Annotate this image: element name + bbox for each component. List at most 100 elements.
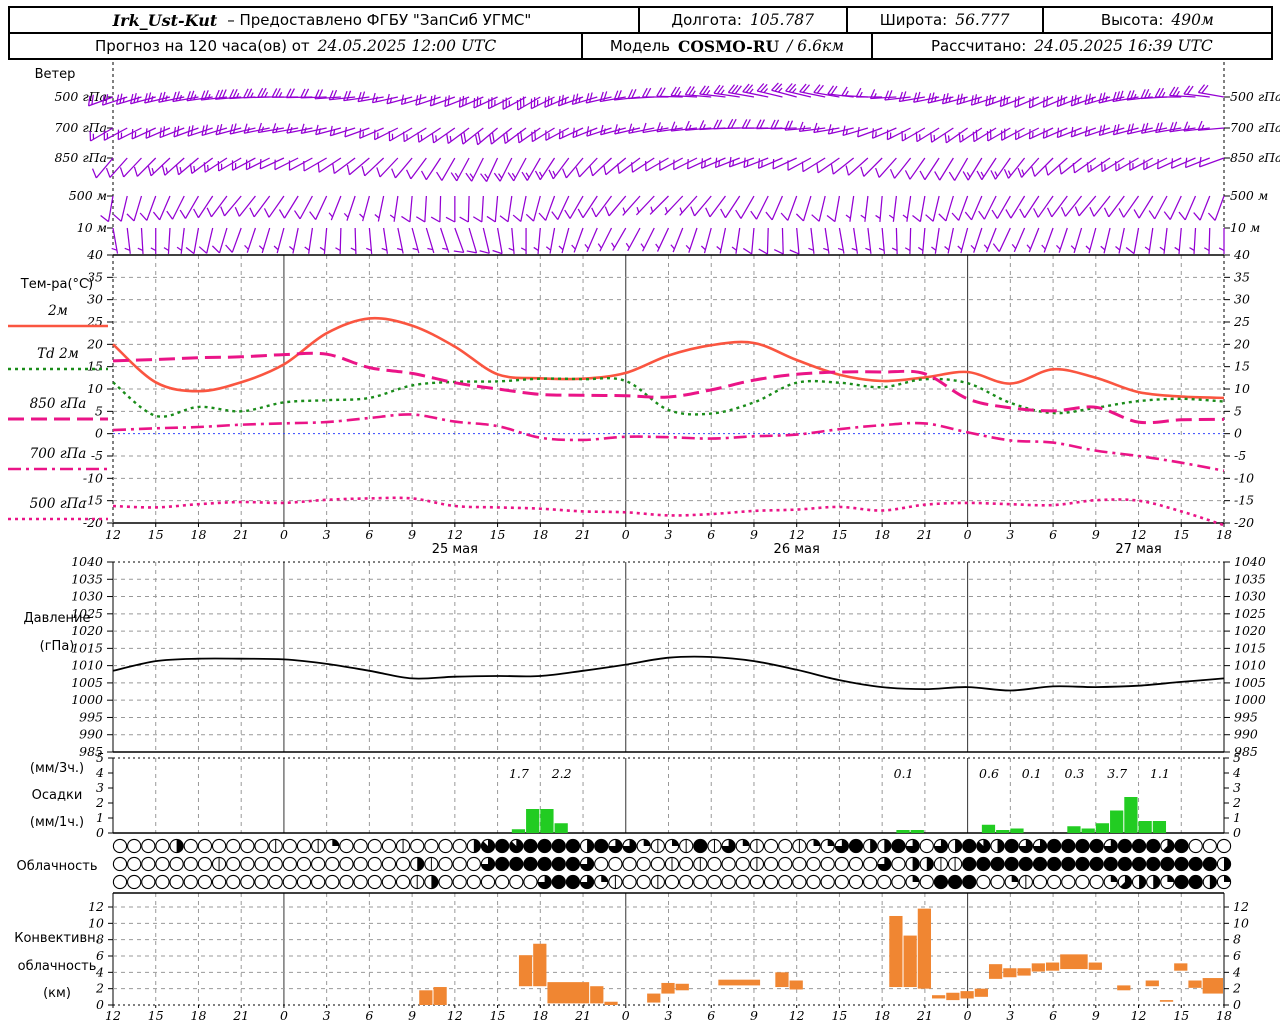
precip-bar: [1010, 828, 1024, 833]
svg-text:0: 0: [96, 825, 104, 840]
precip-bar: [1124, 797, 1138, 833]
svg-text:9: 9: [408, 527, 416, 542]
svg-text:12: 12: [1131, 527, 1147, 542]
legend-label-1: 2м: [47, 303, 68, 319]
svg-text:18: 18: [1216, 1008, 1232, 1023]
wind-level-label-right: 500 м: [1230, 188, 1268, 203]
svg-text:18: 18: [1216, 527, 1232, 542]
svg-text:9: 9: [1092, 1008, 1100, 1023]
svg-text:15: 15: [1173, 1008, 1189, 1023]
svg-text:-5: -5: [1234, 448, 1246, 463]
svg-text:15: 15: [831, 1008, 847, 1023]
svg-text:18: 18: [874, 527, 890, 542]
svg-text:1005: 1005: [71, 675, 103, 690]
precip-3h-sum-label: 2.2: [551, 766, 572, 781]
svg-text:0: 0: [964, 1008, 972, 1023]
svg-text:1025: 1025: [1234, 606, 1266, 621]
convective-bar: [604, 1001, 618, 1005]
svg-text:1030: 1030: [71, 589, 103, 604]
svg-text:-5: -5: [91, 448, 103, 463]
svg-text:6: 6: [96, 948, 104, 963]
convective-panel-title: Конвективн.: [14, 931, 100, 946]
convective-bar: [1174, 963, 1188, 971]
wind-level-label-right: 700 гПа: [1230, 120, 1280, 135]
svg-text:5: 5: [1234, 403, 1242, 418]
convective-bar: [1159, 1000, 1174, 1002]
wind-barbs-row-3: [91, 156, 1225, 182]
svg-text:1005: 1005: [1234, 675, 1266, 690]
legend-label-3: 850 гПа: [30, 396, 87, 412]
svg-text:1020: 1020: [71, 623, 103, 638]
svg-text:2: 2: [1232, 981, 1241, 996]
svg-text:18: 18: [532, 527, 548, 542]
svg-text:3: 3: [323, 527, 331, 542]
svg-text:3: 3: [1006, 527, 1014, 542]
svg-text:6: 6: [707, 1008, 715, 1023]
wind-level-label-right: 500 гПа: [1230, 89, 1280, 104]
svg-text:10: 10: [1233, 915, 1249, 930]
svg-text:9: 9: [750, 527, 758, 542]
convective-bar: [661, 982, 675, 994]
svg-text:1040: 1040: [1234, 554, 1266, 569]
svg-text:3: 3: [665, 527, 673, 542]
legend-label-4: 700 гПа: [30, 446, 87, 462]
convective-bar: [1202, 978, 1223, 994]
convective-bar: [1088, 962, 1102, 970]
svg-text:0: 0: [280, 1008, 288, 1023]
svg-text:21: 21: [916, 1008, 933, 1023]
svg-text:1015: 1015: [71, 640, 103, 655]
convective-bar: [1145, 980, 1159, 987]
convective-bar: [1031, 963, 1045, 972]
precip-3h-sum-label: 3.7: [1107, 766, 1127, 781]
svg-text:2: 2: [95, 795, 104, 810]
svg-text:0: 0: [280, 527, 288, 542]
svg-text:1015: 1015: [1234, 640, 1266, 655]
svg-text:12: 12: [447, 1008, 463, 1023]
svg-text:1000: 1000: [1234, 692, 1266, 707]
svg-text:0: 0: [622, 527, 630, 542]
svg-text:8: 8: [1233, 932, 1241, 947]
cloud-row-upper: [112, 838, 1232, 854]
precip-bar: [526, 809, 540, 833]
convective-bar: [903, 935, 917, 988]
precip-3h-sum-label: 0.3: [1064, 766, 1084, 781]
precip-3h-sum-label: 1.1: [1150, 766, 1170, 781]
svg-text:6: 6: [1049, 527, 1057, 542]
svg-text:3: 3: [96, 780, 104, 795]
convective-bar: [1188, 980, 1202, 988]
svg-text:3: 3: [1006, 1008, 1014, 1023]
svg-text:15: 15: [490, 1008, 506, 1023]
svg-text:3: 3: [323, 1008, 331, 1023]
svg-text:3: 3: [1233, 780, 1241, 795]
svg-text:0: 0: [95, 426, 103, 441]
wind-barbs-row-1: [87, 82, 1225, 111]
svg-text:1010: 1010: [71, 658, 103, 673]
convective-bar: [1117, 985, 1131, 991]
svg-text:21: 21: [574, 527, 591, 542]
svg-text:12: 12: [789, 1008, 805, 1023]
svg-text:18: 18: [191, 527, 207, 542]
convective-bar: [675, 983, 689, 991]
precip-bar: [1152, 821, 1167, 833]
svg-text:4: 4: [95, 765, 104, 780]
svg-text:0: 0: [964, 527, 972, 542]
convective-bar: [974, 988, 988, 997]
svg-text:12: 12: [105, 527, 121, 542]
svg-text:6: 6: [707, 527, 715, 542]
convective-bar: [547, 982, 590, 1004]
svg-text:4: 4: [1232, 964, 1241, 979]
svg-text:30: 30: [87, 292, 103, 307]
precip-bar: [511, 829, 526, 833]
cloudiness-panel-title: Облачность: [16, 859, 97, 874]
wind-level-label-left: 850 гПа: [54, 150, 107, 165]
svg-text:12: 12: [105, 1008, 121, 1023]
svg-text:0: 0: [1234, 426, 1242, 441]
convective-bar: [775, 972, 789, 988]
svg-text:-20: -20: [83, 515, 103, 530]
wind-panel-title: Ветер: [35, 67, 76, 82]
svg-text:20: 20: [1233, 336, 1250, 351]
svg-text:12: 12: [789, 527, 805, 542]
convective-bar: [533, 943, 547, 987]
time-axis-temperature: 12 15 18 21 0 3 6 9 12 15 18 21 0 3 6 9 12 15 18 21 0 3 6 9 12 15…: [105, 527, 1232, 557]
svg-text:4: 4: [1232, 765, 1241, 780]
